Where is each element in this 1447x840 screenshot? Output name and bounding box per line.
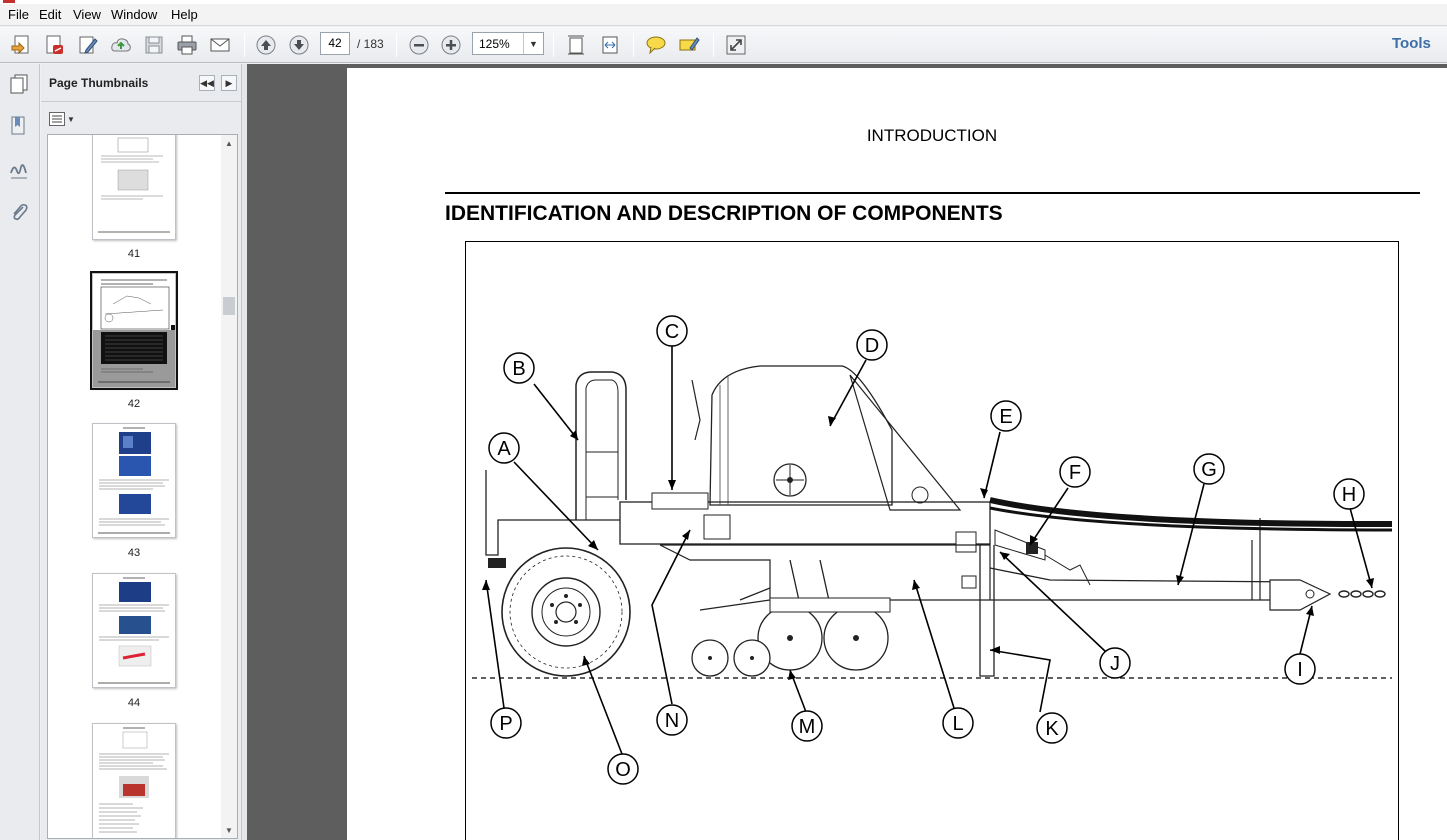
- callout-f: F: [1069, 462, 1081, 484]
- parking-leg: [979, 545, 995, 677]
- toolbar-separator: [396, 33, 397, 57]
- page-number-input[interactable]: 42: [320, 32, 350, 55]
- thumbnail-page-selected[interactable]: [90, 271, 178, 390]
- callout-c: C: [665, 321, 679, 343]
- scrollbar-thumb[interactable]: [223, 297, 235, 315]
- attachments-icon[interactable]: [5, 198, 33, 226]
- chevron-down-icon: ▼: [67, 114, 75, 124]
- thumbnail-preview: [99, 727, 169, 833]
- thumbnail-page-label: 41: [127, 248, 141, 260]
- page-down-icon[interactable]: [286, 32, 312, 58]
- thumbnails-scrollbar[interactable]: ▲ ▼: [221, 135, 237, 838]
- thumbnail-preview: [98, 427, 170, 534]
- callout-p: P: [499, 713, 512, 735]
- panel-divider: [41, 101, 241, 102]
- menu-edit[interactable]: Edit: [39, 7, 61, 22]
- app-icon: [3, 0, 15, 3]
- callout-n: N: [665, 710, 679, 732]
- adobe-reader-window: File Edit View Window Help 42 / 183 125%…: [0, 0, 1447, 840]
- callout-e: E: [999, 406, 1012, 428]
- menu-view[interactable]: View: [73, 7, 101, 22]
- thumbnail-page-label: 43: [127, 547, 141, 559]
- email-icon[interactable]: [207, 32, 233, 58]
- panel-title: Page Thumbnails: [49, 76, 149, 90]
- callout-g: G: [1201, 459, 1217, 481]
- callout-m: M: [799, 716, 816, 738]
- callout-d: D: [865, 335, 879, 357]
- page-up-icon[interactable]: [253, 32, 279, 58]
- fit-page-icon[interactable]: [563, 32, 589, 58]
- collapse-panel-icon[interactable]: ◀◀: [199, 75, 215, 91]
- toolbar-separator: [633, 33, 634, 57]
- callout-b: B: [512, 358, 525, 380]
- toolbar-separator: [553, 33, 554, 57]
- page-header: INTRODUCTION: [866, 126, 998, 145]
- header-rule: [445, 192, 1420, 194]
- safety-chain: [1338, 590, 1386, 598]
- zoom-select[interactable]: 125% ▼: [472, 32, 544, 55]
- thumbnails-list: 41 42 43 44 ▲ ▼: [47, 134, 238, 839]
- callout-i: I: [1297, 659, 1303, 681]
- menu-window[interactable]: Window: [111, 7, 157, 22]
- toolbar-separator: [713, 33, 714, 57]
- callout-l: L: [952, 713, 963, 735]
- toolbar-separator: [244, 33, 245, 57]
- navigation-rail: [0, 64, 40, 840]
- drawbar: [989, 567, 1301, 601]
- page-total: / 183: [357, 37, 384, 51]
- edit-icon[interactable]: [75, 32, 101, 58]
- zoom-in-icon[interactable]: [438, 32, 464, 58]
- comment-icon[interactable]: [643, 32, 669, 58]
- menu-bar: File Edit View Window Help: [0, 0, 1447, 26]
- thumbnails-panel: Page Thumbnails ◀◀ ▶ ▼ 41 42 43 44 ▲ ▼: [41, 64, 241, 840]
- section-title: IDENTIFICATION AND DESCRIPTION OF COMPON…: [445, 202, 1003, 225]
- scroll-up-icon[interactable]: ▲: [221, 135, 237, 151]
- callout-k: K: [1045, 718, 1059, 740]
- tools-button[interactable]: Tools: [1392, 35, 1431, 52]
- full-screen-icon[interactable]: [723, 32, 749, 58]
- thumbnail-page-label: 42: [127, 398, 141, 410]
- thumbnail-page[interactable]: [92, 573, 176, 688]
- thumbnail-options-button[interactable]: ▼: [49, 110, 75, 128]
- callout-j: J: [1110, 653, 1120, 675]
- callout-h: H: [1342, 484, 1356, 506]
- thumbnail-page[interactable]: [92, 423, 176, 538]
- bookmarks-icon[interactable]: [5, 112, 33, 140]
- create-pdf-icon[interactable]: [8, 32, 34, 58]
- create-pdf-red-icon[interactable]: [41, 32, 67, 58]
- zoom-out-icon[interactable]: [406, 32, 432, 58]
- hydraulic-hoses: [989, 497, 1393, 528]
- seed-drill-diagram: A B C D E F G H I J K L M N O P: [472, 315, 1393, 785]
- page-thumbnails-icon[interactable]: [5, 70, 33, 98]
- panel-arrow-icon[interactable]: ▶: [221, 75, 237, 91]
- signatures-icon[interactable]: [5, 156, 33, 184]
- save-icon[interactable]: [141, 32, 167, 58]
- upload-cloud-icon[interactable]: [108, 32, 134, 58]
- callout-o: O: [615, 759, 631, 781]
- highlight-icon[interactable]: [676, 32, 702, 58]
- options-list-icon: [49, 112, 65, 126]
- menu-file[interactable]: File: [8, 7, 29, 22]
- zoom-value: 125%: [479, 37, 510, 51]
- title-strip: [0, 0, 1447, 4]
- thumbnail-preview: [98, 577, 170, 684]
- thumbnail-preview: [93, 279, 176, 387]
- scroll-down-icon[interactable]: ▼: [221, 822, 237, 838]
- thumbnail-page[interactable]: [92, 723, 176, 838]
- thumbnail-page[interactable]: [92, 135, 176, 240]
- callout-a: A: [497, 438, 511, 460]
- thumbnail-preview: [98, 137, 170, 233]
- hitch-box: [651, 492, 709, 510]
- print-icon[interactable]: [174, 32, 200, 58]
- thumbnail-page-label: 44: [127, 697, 141, 709]
- callouts: [485, 346, 1373, 755]
- menu-help[interactable]: Help: [171, 7, 198, 22]
- fit-width-icon[interactable]: [597, 32, 623, 58]
- chevron-down-icon[interactable]: ▼: [523, 33, 543, 54]
